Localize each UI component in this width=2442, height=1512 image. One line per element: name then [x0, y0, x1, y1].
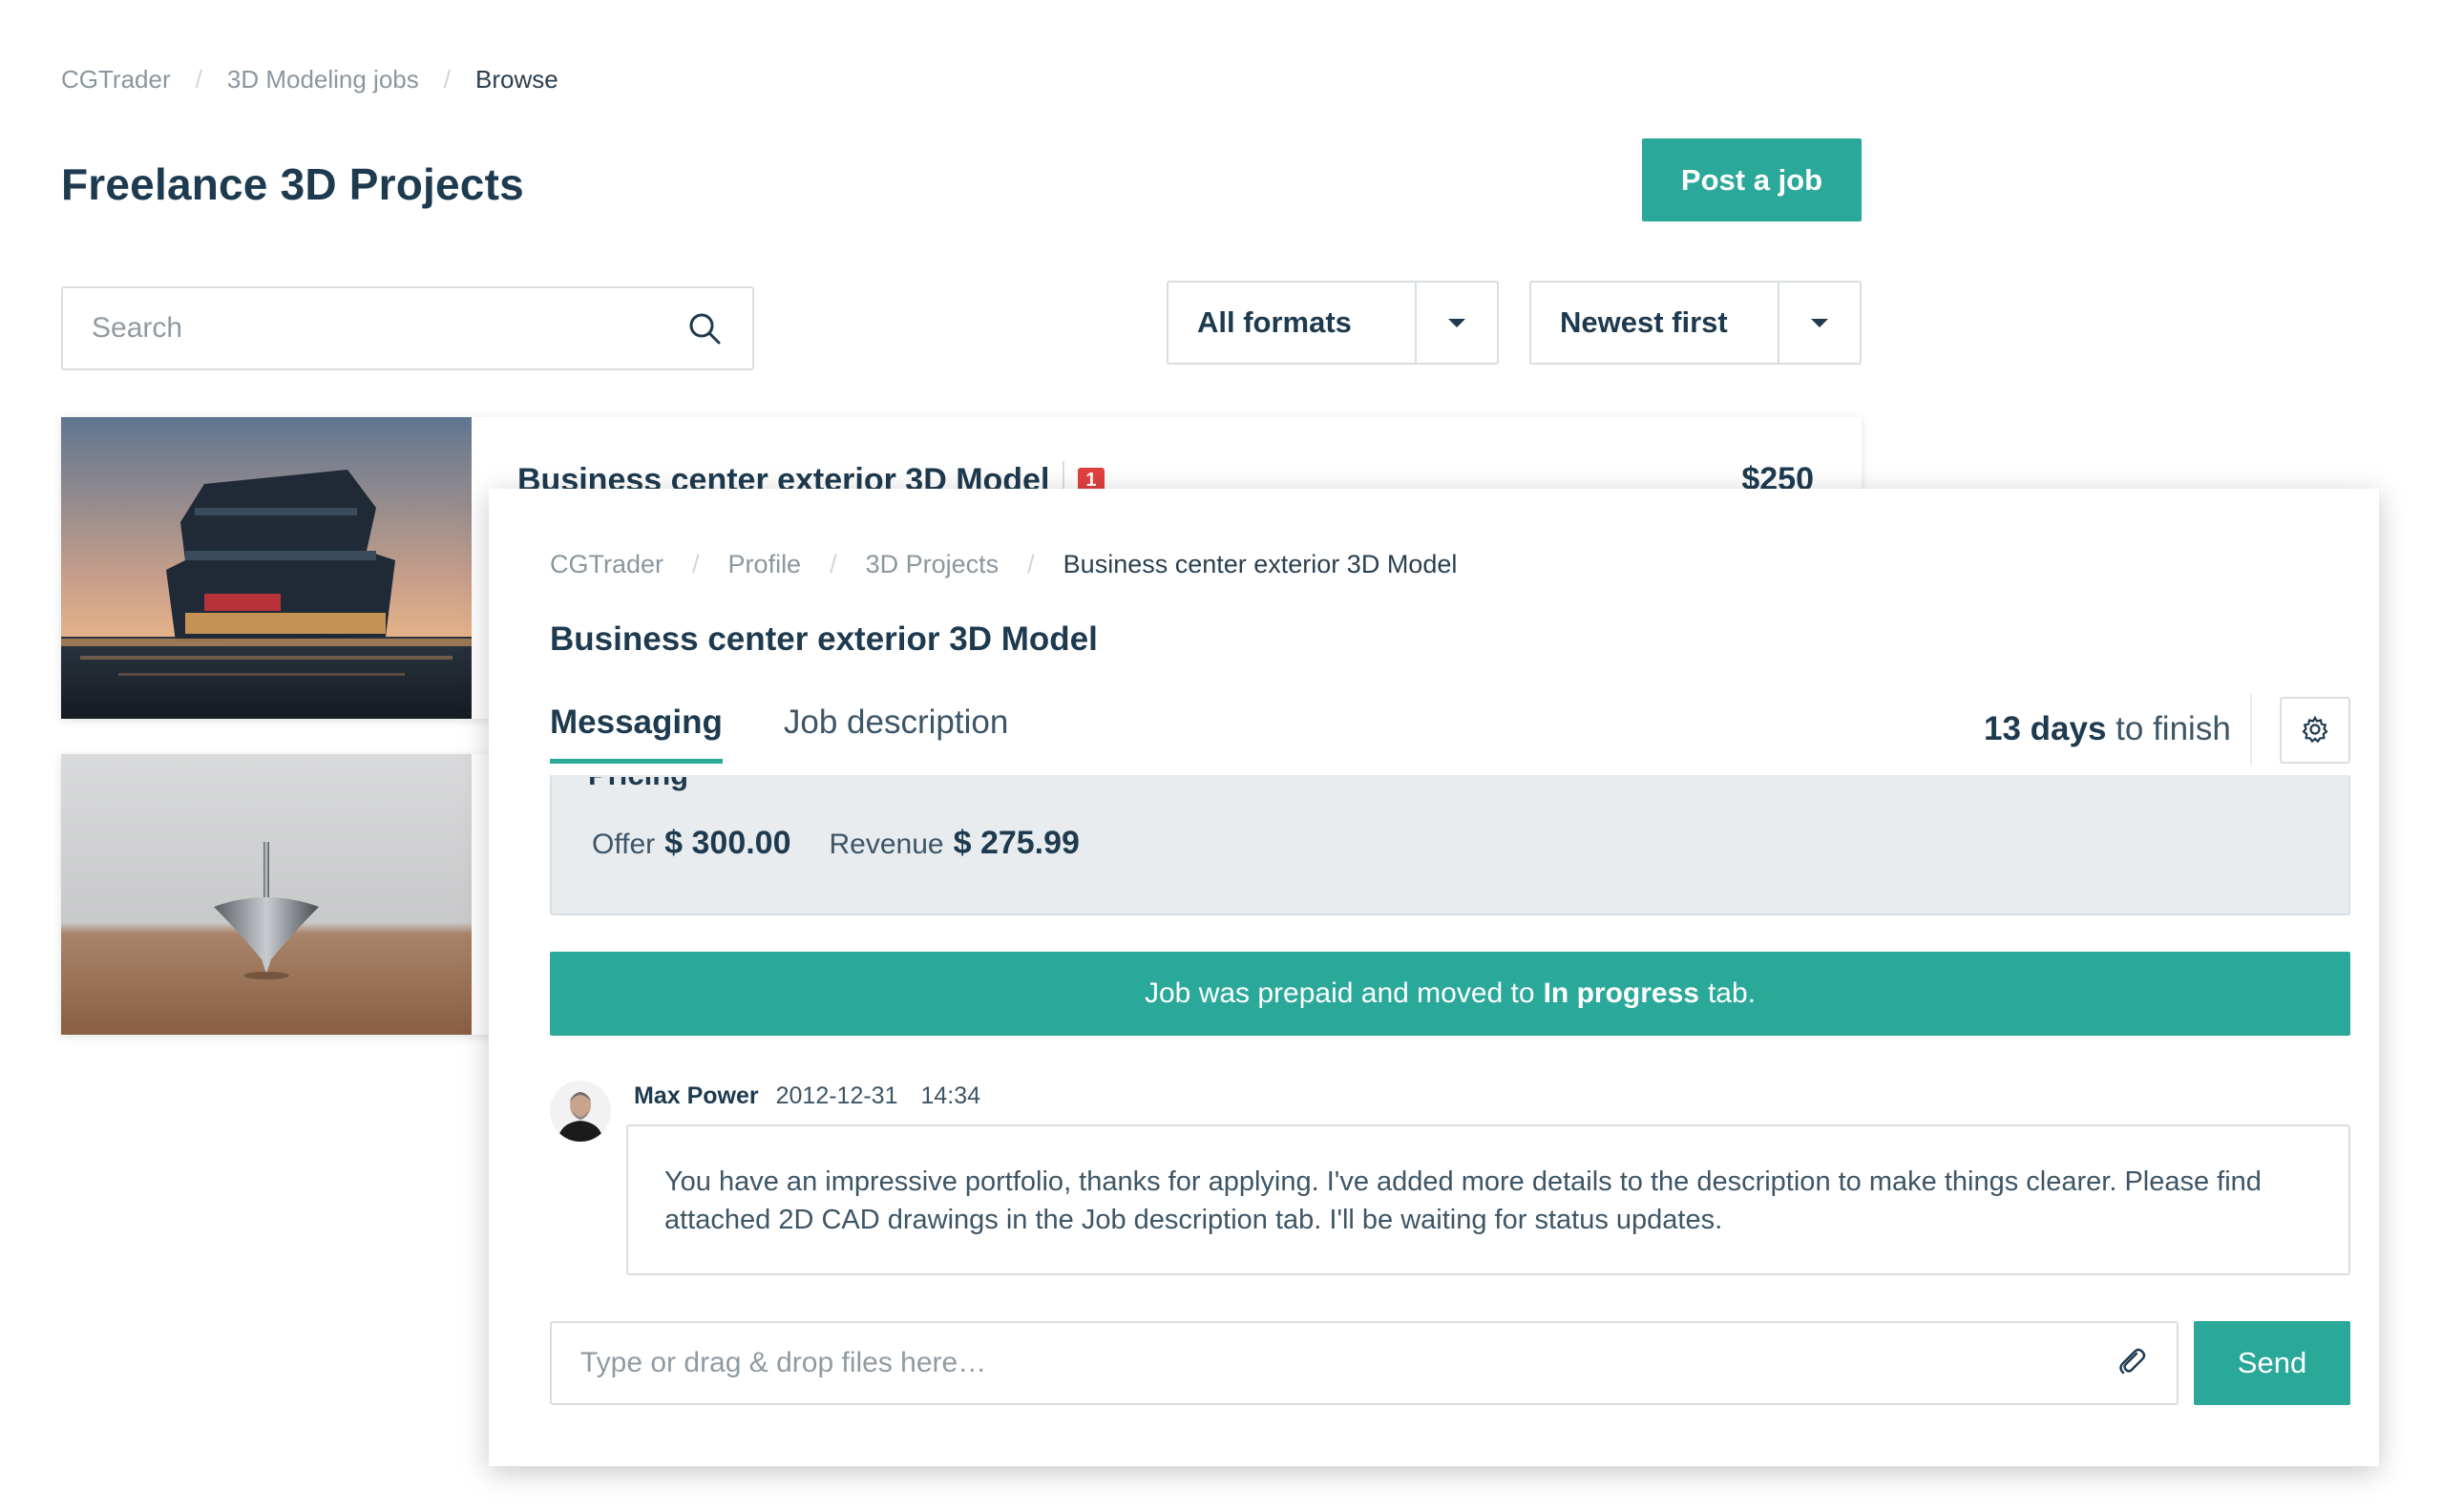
breadcrumb-link-cgtrader[interactable]: CGTrader [61, 65, 171, 94]
revenue-value: $ 275.99 [953, 825, 1080, 861]
breadcrumb-separator: / [1027, 550, 1035, 578]
job-thumbnail-building[interactable] [61, 417, 472, 719]
breadcrumb: CGTrader / 3D Modeling jobs / Browse [61, 65, 558, 94]
message-input[interactable] [580, 1347, 2116, 1379]
breadcrumb-separator: / [830, 550, 837, 578]
offer-value: $ 300.00 [664, 825, 791, 861]
gear-icon [2301, 715, 2329, 746]
status-notice: Job was prepaid and moved to In progress… [550, 952, 2350, 1036]
avatar[interactable] [550, 1081, 611, 1142]
message-bubble: You have an impressive portfolio, thanks… [626, 1124, 2350, 1275]
pricing-panel: Pricing Offer $ 300.00 Revenue $ 275.99 [550, 775, 2350, 915]
message-author[interactable]: Max Power [634, 1082, 759, 1110]
breadcrumb-current: Browse [474, 65, 558, 94]
message-time: 14:34 [920, 1082, 981, 1109]
pricing-heading: Pricing [588, 775, 688, 792]
deadline-indicator: 13 days to finish [1984, 710, 2231, 748]
post-job-button[interactable]: Post a job [1642, 138, 1862, 221]
message-date: 2012-12-31 [775, 1082, 898, 1109]
job-thumbnail-spinning-top[interactable] [61, 754, 472, 1035]
format-select[interactable]: All formats [1167, 281, 1499, 365]
breadcrumb-separator: / [443, 65, 451, 94]
message-composer [550, 1321, 2179, 1405]
modal-breadcrumb: CGTrader / Profile / 3D Projects / Busin… [550, 550, 1457, 579]
search-icon[interactable] [685, 309, 724, 347]
job-detail-modal: CGTrader / Profile / 3D Projects / Busin… [489, 489, 2379, 1466]
send-button[interactable]: Send [2194, 1321, 2350, 1405]
sort-select[interactable]: Newest first [1529, 281, 1862, 365]
notice-prefix: Job was prepaid and moved to [1144, 977, 1535, 1009]
tab-messaging[interactable]: Messaging [550, 704, 723, 764]
notice-highlight: In progress [1543, 977, 1699, 1009]
modal-tabs: Messaging Job description [550, 704, 1069, 764]
page-title: Freelance 3D Projects [61, 159, 524, 209]
format-select-value: All formats [1197, 305, 1352, 339]
breadcrumb-link-3d-modeling-jobs[interactable]: 3D Modeling jobs [227, 65, 419, 94]
deadline-suffix: to finish [2116, 710, 2231, 747]
modal-breadcrumb-link-3d-projects[interactable]: 3D Projects [866, 550, 1000, 579]
paperclip-icon[interactable] [2116, 1345, 2148, 1382]
revenue-label: Revenue [829, 829, 944, 860]
notice-suffix: tab. [1707, 977, 1756, 1009]
modal-breadcrumb-link-profile[interactable]: Profile [728, 550, 802, 579]
pricing-row: Offer $ 300.00 Revenue $ 275.99 [592, 825, 1118, 862]
tab-job-description[interactable]: Job description [784, 704, 1008, 761]
deadline-value: 13 days [1984, 710, 2107, 747]
settings-button[interactable] [2280, 697, 2350, 764]
breadcrumb-separator: / [692, 550, 700, 578]
chevron-down-icon[interactable] [1778, 283, 1860, 363]
chevron-down-icon[interactable] [1415, 283, 1497, 363]
breadcrumb-separator: / [195, 65, 202, 94]
search-box [61, 286, 754, 370]
tabs-underline [550, 775, 2350, 777]
message-meta: Max Power 2012-12-31 14:34 [634, 1082, 980, 1110]
offer-label: Offer [592, 829, 656, 860]
divider [2250, 694, 2252, 765]
sort-select-value: Newest first [1560, 305, 1728, 339]
modal-breadcrumb-link-cgtrader[interactable]: CGTrader [550, 550, 663, 579]
modal-breadcrumb-current: Business center exterior 3D Model [1063, 550, 1458, 578]
search-input[interactable] [92, 312, 685, 345]
modal-title: Business center exterior 3D Model [550, 620, 1098, 658]
